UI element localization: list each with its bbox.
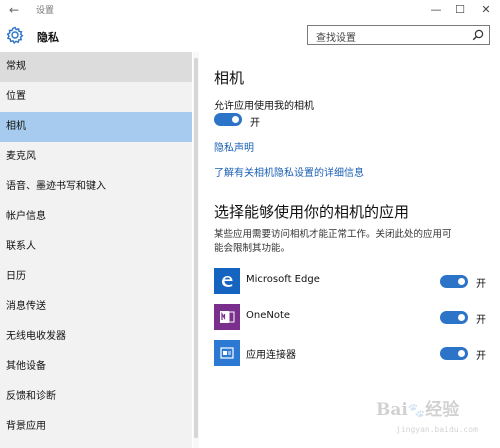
app-name: OneNote bbox=[246, 310, 291, 321]
main-content: 相机 允许应用使用我的相机 开 隐私声明 了解有关相机隐私设置的详细信息 选择能… bbox=[200, 52, 500, 448]
close-button[interactable]: ✕ bbox=[474, 1, 498, 19]
watermark: Bai🐾经验 jingyan.baidu.com bbox=[376, 400, 478, 434]
sidebar-item-account-info[interactable]: 帐户信息 bbox=[0, 202, 192, 232]
app-row-onenote: OneNote 开 bbox=[214, 304, 494, 330]
section-title-apps: 选择能够使用你的相机的应用 bbox=[214, 203, 410, 221]
edge-camera-state: 开 bbox=[476, 279, 486, 290]
app-name: Microsoft Edge bbox=[246, 274, 320, 285]
gear-icon bbox=[6, 26, 24, 44]
allow-camera-label: 允许应用使用我的相机 bbox=[214, 101, 314, 112]
sidebar-item-calendar[interactable]: 日历 bbox=[0, 262, 192, 292]
sidebar-item-microphone[interactable]: 麦克风 bbox=[0, 142, 192, 172]
sidebar-item-general[interactable]: 常规 bbox=[0, 52, 192, 82]
section-description: 某些应用需要访问相机才能正常工作。关闭此处的应用可能会限制其功能。 bbox=[214, 229, 452, 254]
search-placeholder: 查找设置 bbox=[316, 33, 356, 44]
onenote-icon bbox=[214, 304, 240, 330]
sidebar-item-radios[interactable]: 无线电收发器 bbox=[0, 322, 192, 352]
sidebar-item-feedback[interactable]: 反馈和诊断 bbox=[0, 382, 192, 412]
allow-camera-toggle[interactable] bbox=[214, 113, 242, 126]
sidebar-item-background-apps[interactable]: 背景应用 bbox=[0, 412, 192, 442]
app-row-edge: Microsoft Edge 开 bbox=[214, 268, 494, 294]
app-connector-camera-toggle[interactable] bbox=[440, 347, 468, 360]
sidebar-item-camera[interactable]: 相机 bbox=[0, 112, 192, 142]
back-button[interactable]: ← bbox=[6, 2, 22, 18]
window-title: 设置 bbox=[36, 6, 55, 16]
sidebar-item-contacts[interactable]: 联系人 bbox=[0, 232, 192, 262]
learn-more-link[interactable]: 了解有关相机隐私设置的详细信息 bbox=[214, 164, 364, 179]
allow-camera-state: 开 bbox=[250, 118, 260, 129]
search-input[interactable]: 查找设置 bbox=[307, 25, 490, 45]
onenote-camera-toggle[interactable] bbox=[440, 311, 468, 324]
sidebar: 常规 位置 相机 麦克风 语音、墨迹书写和键入 帐户信息 联系人 日历 消息传送… bbox=[0, 52, 192, 448]
app-row-app-connector: 应用连接器 开 bbox=[214, 340, 494, 366]
sidebar-item-other-devices[interactable]: 其他设备 bbox=[0, 352, 192, 382]
section-title-camera: 相机 bbox=[214, 69, 245, 87]
app-connector-icon bbox=[214, 340, 240, 366]
page-title: 隐私 bbox=[37, 31, 59, 44]
privacy-statement-link[interactable]: 隐私声明 bbox=[214, 139, 254, 154]
minimize-button[interactable]: — bbox=[424, 1, 448, 19]
edge-icon bbox=[214, 268, 240, 294]
sidebar-item-location[interactable]: 位置 bbox=[0, 82, 192, 112]
app-connector-camera-state: 开 bbox=[476, 351, 486, 362]
onenote-camera-state: 开 bbox=[476, 315, 486, 326]
sidebar-item-speech[interactable]: 语音、墨迹书写和键入 bbox=[0, 172, 192, 202]
sidebar-scrollbar-thumb[interactable] bbox=[194, 58, 198, 438]
app-name: 应用连接器 bbox=[246, 350, 296, 361]
search-icon[interactable] bbox=[472, 29, 484, 41]
edge-camera-toggle[interactable] bbox=[440, 275, 468, 288]
settings-header: 隐私 查找设置 bbox=[0, 20, 500, 52]
maximize-button[interactable]: ☐ bbox=[448, 1, 472, 19]
title-bar: ← 设置 — ☐ ✕ bbox=[0, 0, 500, 20]
sidebar-item-messaging[interactable]: 消息传送 bbox=[0, 292, 192, 322]
